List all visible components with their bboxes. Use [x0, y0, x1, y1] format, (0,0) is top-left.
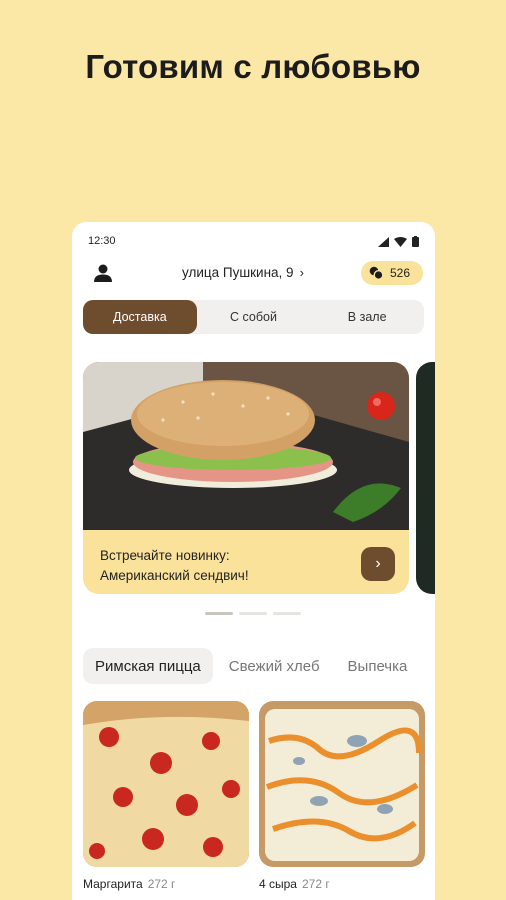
banner-line-2: Американский сендвич! [100, 568, 249, 583]
category-fresh-bread[interactable]: Свежий хлеб [217, 648, 332, 684]
product-grid: Маргарита 272 г 4 сыра 272 г [83, 701, 425, 891]
address-text: улица Пушкина, 9 [182, 265, 294, 280]
battery-icon [412, 236, 419, 247]
banner-text: Встречайте новинку: Американский сендвич… [100, 546, 249, 586]
product-name: 4 сыра [259, 877, 297, 891]
status-icons [378, 236, 419, 247]
tab-delivery[interactable]: Доставка [83, 300, 197, 334]
pizza-four-cheese-image [259, 701, 425, 867]
bonus-points: 526 [390, 266, 411, 280]
carousel-dot[interactable] [239, 612, 267, 615]
profile-icon[interactable] [92, 262, 114, 284]
next-banner-peek[interactable] [416, 362, 435, 594]
product-meta: Маргарита 272 г [83, 877, 249, 891]
product-weight: 272 г [301, 877, 330, 891]
product-card[interactable]: Маргарита 272 г [83, 701, 249, 891]
carousel-indicator [205, 612, 301, 615]
pizza-margherita-image [83, 701, 249, 867]
address-selector[interactable]: улица Пушкина, 9 › [182, 265, 304, 280]
tab-takeaway[interactable]: С собой [197, 300, 311, 334]
tab-dine-in[interactable]: В зале [310, 300, 424, 334]
product-name: Маргарита [83, 877, 143, 891]
product-card[interactable]: 4 сыра 272 г [259, 701, 425, 891]
banner-line-1: Встречайте новинку: [100, 548, 230, 563]
sandwich-image [83, 362, 409, 530]
banner-next-button[interactable]: › [361, 547, 395, 581]
carousel-dot[interactable] [205, 612, 233, 615]
category-tabs: Римская пицца Свежий хлеб Выпечка [83, 648, 419, 684]
wifi-icon [394, 236, 407, 247]
product-weight: 272 г [147, 877, 176, 891]
category-pastry[interactable]: Выпечка [336, 648, 420, 684]
promo-banner[interactable]: Встречайте новинку: Американский сендвич… [83, 362, 409, 594]
promo-headline: Готовим с любовью [85, 48, 421, 85]
phone-screen: 12:30 улица Пушкина, 9 › 526 Доставка С с… [72, 222, 435, 900]
product-meta: 4 сыра 272 г [259, 877, 425, 891]
bonus-badge[interactable]: 526 [361, 261, 423, 285]
chevron-right-icon: › [299, 265, 304, 280]
top-bar: улица Пушкина, 9 › 526 [72, 258, 435, 288]
category-roman-pizza[interactable]: Римская пицца [83, 648, 213, 684]
coins-icon [369, 266, 384, 280]
chevron-right-icon: › [375, 555, 381, 572]
order-mode-switch: Доставка С собой В зале [83, 300, 424, 334]
signal-icon [378, 236, 389, 247]
status-bar: 12:30 [88, 235, 419, 249]
carousel-dot[interactable] [273, 612, 301, 615]
status-time: 12:30 [88, 235, 116, 247]
